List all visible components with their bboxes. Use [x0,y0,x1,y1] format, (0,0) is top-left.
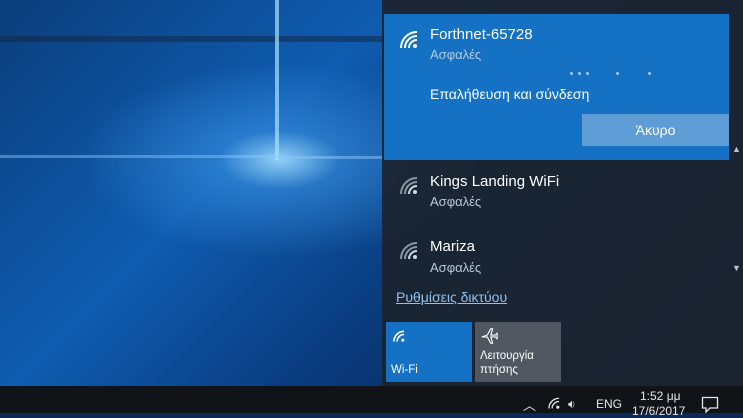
chevron-up-icon[interactable]: ︿ [523,395,536,414]
wifi-icon [400,242,418,260]
wallpaper-light-beam [0,155,280,158]
wifi-icon [400,177,418,195]
wifi-icon [400,31,418,49]
network-name: Mariza [430,238,476,255]
flyout-scrollbar[interactable]: ▲ ▼ [729,0,743,278]
cancel-button[interactable]: Άκυρο [582,114,729,146]
tile-label-line: πτήσης [480,364,518,376]
scroll-down-arrow[interactable]: ▼ [732,263,741,273]
connecting-progress-dots [570,72,660,78]
network-status: Ασφαλές [430,260,482,275]
network-settings-link[interactable]: Ρυθμίσεις δικτύου [396,289,507,305]
notification-icon[interactable] [701,396,719,413]
clock-date[interactable]: 17/6/2017 [632,404,685,418]
connecting-status-text: Επαλήθευση και σύνδεση [430,86,590,102]
clock-time[interactable]: 1:52 μμ [640,389,681,403]
volume-icon[interactable]: 🔉︎ [568,397,576,412]
network-status: Ασφαλές [430,194,482,209]
airplane-icon [481,328,498,344]
tile-label-line: Λειτουργία [480,350,534,362]
language-indicator[interactable]: ENG [596,397,622,411]
network-item[interactable] [384,226,729,290]
wallpaper-light-beam [278,156,388,159]
network-name: Kings Landing WiFi [430,173,560,190]
network-name: Forthnet-65728 [430,26,533,43]
airplane-mode-tile[interactable]: Λειτουργία πτήσης [475,322,561,382]
network-status: Ασφαλές [430,47,482,62]
wallpaper-light-beam [275,0,279,160]
tile-label: Λειτουργία πτήσης [480,349,534,377]
wifi-icon [393,330,405,342]
network-tray-icon[interactable] [546,397,562,411]
tile-label: Wi-Fi [391,364,418,376]
wifi-toggle-tile[interactable]: Wi-Fi [386,322,472,382]
scroll-up-arrow[interactable]: ▲ [732,144,741,154]
wallpaper-light-beam [0,36,382,42]
